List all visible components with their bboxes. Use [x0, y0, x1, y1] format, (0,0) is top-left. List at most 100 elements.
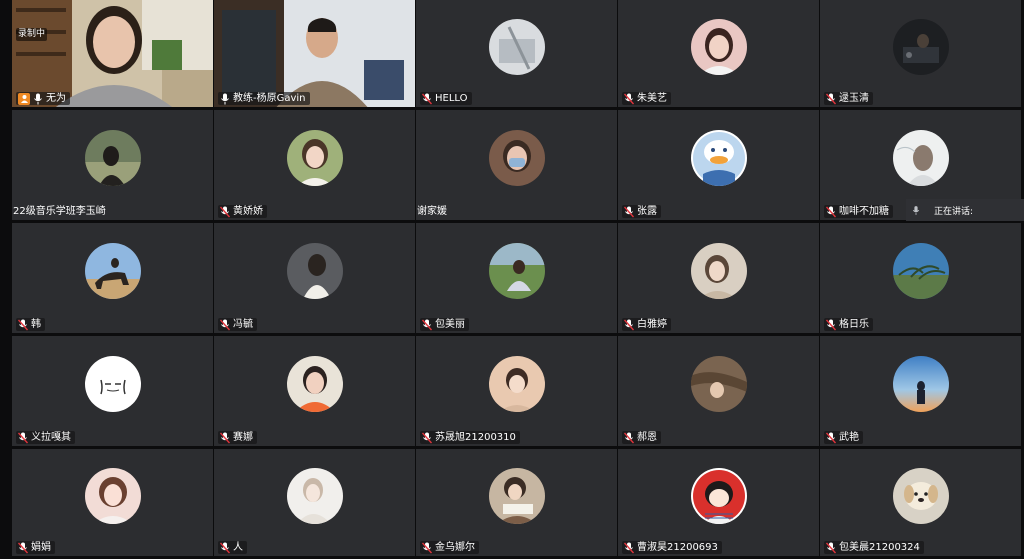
- participant-tile[interactable]: 包美晨21200324: [820, 449, 1021, 556]
- participant-tile[interactable]: HELLO: [416, 0, 617, 107]
- avatar: [892, 19, 949, 76]
- participant-nametag: 逯玉清: [824, 92, 873, 105]
- participant-tile[interactable]: 白雅婷: [618, 223, 819, 333]
- microphone-muted-icon: [624, 93, 634, 104]
- avatar: [286, 356, 343, 413]
- participant-name: 谢家媛: [417, 206, 447, 217]
- microphone-icon: [34, 93, 42, 104]
- microphone-muted-icon: [624, 319, 634, 330]
- microphone-muted-icon: [826, 319, 836, 330]
- participant-tile[interactable]: 逯玉清: [820, 0, 1021, 107]
- participant-tile[interactable]: 录制中 无为: [12, 0, 213, 107]
- participant-nametag: 人: [218, 541, 247, 554]
- avatar: [488, 468, 545, 525]
- participant-name: 教练-杨原Gavin: [233, 93, 306, 104]
- microphone-icon: [221, 93, 229, 104]
- participant-nametag: 苏晟旭21200310: [420, 431, 520, 444]
- microphone-muted-icon: [18, 542, 28, 553]
- participant-nametag: 谢家媛: [417, 205, 451, 218]
- participant-nametag: 郝恩: [622, 431, 661, 444]
- avatar: [286, 130, 343, 187]
- avatar: [690, 243, 747, 300]
- participant-grid: 录制中 无为 教练-杨原Gavin HELLO 朱美艺 逯玉清 22级音乐学班李…: [12, 0, 1024, 559]
- participant-tile[interactable]: 韩: [12, 223, 213, 333]
- participant-nametag: 韩: [16, 318, 45, 331]
- participant-nametag: 朱美艺: [622, 92, 671, 105]
- recording-indicator: 录制中: [16, 28, 48, 41]
- participant-nametag: 冯毓: [218, 318, 257, 331]
- participant-name: 曹淑昊21200693: [637, 542, 718, 553]
- participant-tile[interactable]: 苏晟旭21200310: [416, 336, 617, 446]
- participant-tile[interactable]: 郝恩: [618, 336, 819, 446]
- participant-tile[interactable]: 22级音乐学班李玉崎: [12, 110, 213, 220]
- avatar: [690, 19, 747, 76]
- host-icon: [18, 92, 30, 105]
- participant-name: HELLO: [435, 93, 468, 104]
- avatar: [892, 468, 949, 525]
- microphone-muted-icon: [826, 206, 836, 217]
- participant-tile[interactable]: 教练-杨原Gavin: [214, 0, 415, 107]
- participant-tile[interactable]: 金乌娜尔: [416, 449, 617, 556]
- participant-name: 22级音乐学班李玉崎: [13, 206, 106, 217]
- participant-tile[interactable]: 义拉嘎其: [12, 336, 213, 446]
- microphone-muted-icon: [422, 93, 432, 104]
- participant-video: [214, 0, 415, 107]
- microphone-muted-icon: [18, 319, 28, 330]
- microphone-muted-icon: [826, 93, 836, 104]
- participant-tile[interactable]: 冯毓: [214, 223, 415, 333]
- participant-tile[interactable]: 谢家媛: [416, 110, 617, 220]
- microphone-muted-icon: [422, 542, 432, 553]
- microphone-muted-icon: [624, 542, 634, 553]
- participant-name: 冯毓: [233, 319, 253, 330]
- avatar: [690, 356, 747, 413]
- participant-nametag: 22级音乐学班李玉崎: [13, 205, 110, 218]
- avatar: [84, 468, 141, 525]
- participant-name: 朱美艺: [637, 93, 667, 104]
- participant-tile[interactable]: 赛娜: [214, 336, 415, 446]
- participant-name: 包美晨21200324: [839, 542, 920, 553]
- participant-nametag: HELLO: [420, 92, 472, 105]
- participant-nametag: 教练-杨原Gavin: [218, 92, 310, 105]
- participant-nametag: 曹淑昊21200693: [622, 541, 722, 554]
- participant-tile[interactable]: 张露: [618, 110, 819, 220]
- speaking-indicator: 正在讲话:: [906, 199, 1024, 221]
- avatar: [84, 130, 141, 187]
- participant-nametag: 包美丽: [420, 318, 469, 331]
- microphone-muted-icon: [624, 432, 634, 443]
- avatar: [488, 243, 545, 300]
- participant-name: 格日乐: [839, 319, 869, 330]
- microphone-muted-icon: [826, 542, 836, 553]
- participant-tile[interactable]: 娟娟: [12, 449, 213, 556]
- participant-tile[interactable]: 朱美艺: [618, 0, 819, 107]
- participant-nametag: 包美晨21200324: [824, 541, 924, 554]
- participant-name: 咖啡不加糖: [839, 206, 889, 217]
- avatar: [690, 468, 747, 525]
- participant-name: 义拉嘎其: [31, 432, 71, 443]
- microphone-muted-icon: [220, 542, 230, 553]
- participant-tile[interactable]: 格日乐: [820, 223, 1021, 333]
- participant-tile[interactable]: 包美丽: [416, 223, 617, 333]
- avatar: [488, 19, 545, 76]
- participant-name: 赛娜: [233, 432, 253, 443]
- speaking-label: 正在讲话:: [934, 206, 974, 217]
- microphone-muted-icon: [422, 432, 432, 443]
- avatar: [892, 130, 949, 187]
- participant-nametag: 娟娟: [16, 541, 55, 554]
- participant-nametag: 白雅婷: [622, 318, 671, 331]
- microphone-muted-icon: [220, 319, 230, 330]
- participant-tile[interactable]: 人: [214, 449, 415, 556]
- participant-nametag: 义拉嘎其: [16, 431, 75, 444]
- participant-nametag: 武艳: [824, 431, 863, 444]
- microphone-muted-icon: [220, 206, 230, 217]
- participant-tile[interactable]: 曹淑昊21200693: [618, 449, 819, 556]
- participant-tile[interactable]: 黄娇娇: [214, 110, 415, 220]
- avatar: [488, 356, 545, 413]
- microphone-muted-icon: [220, 432, 230, 443]
- avatar: [892, 356, 949, 413]
- microphone-muted-icon: [18, 432, 28, 443]
- participant-name: 人: [233, 542, 243, 553]
- microphone-icon: [912, 205, 920, 215]
- participant-name: 包美丽: [435, 319, 465, 330]
- participant-nametag: 金乌娜尔: [420, 541, 479, 554]
- participant-tile[interactable]: 武艳: [820, 336, 1021, 446]
